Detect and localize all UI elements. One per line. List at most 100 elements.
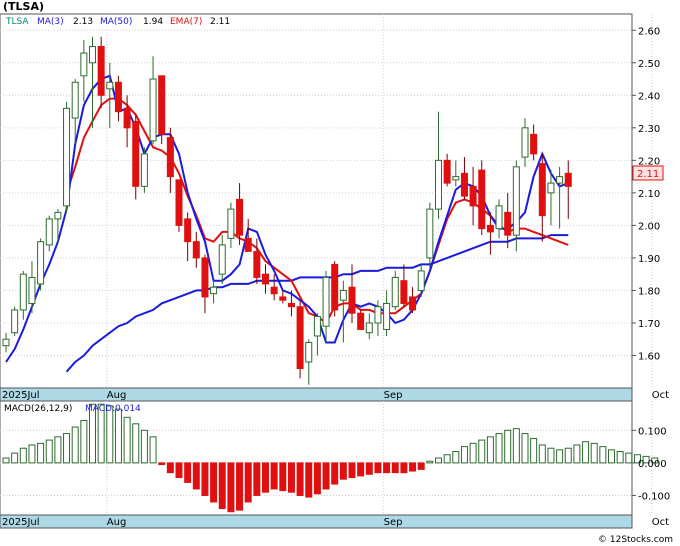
macd-xtick-label: Sep xyxy=(384,517,403,528)
macd-bar-positive xyxy=(45,439,53,464)
candle-up xyxy=(435,159,442,210)
candle-up xyxy=(339,289,347,301)
candle-down xyxy=(279,296,287,301)
macd-bar-positive xyxy=(11,452,19,464)
candle-up xyxy=(71,81,79,119)
macd-xtick-label: 2025Jul xyxy=(2,517,40,528)
candle-down xyxy=(270,286,278,295)
macd-legend-value: MACD:0.014 xyxy=(85,404,141,414)
candle-down xyxy=(460,172,468,197)
candle-up xyxy=(374,306,382,324)
macd-bar-positive xyxy=(140,429,148,464)
macd-bar-negative xyxy=(253,462,261,496)
macd-bar-negative xyxy=(409,462,417,472)
macd-xtick-label: Oct xyxy=(652,517,669,528)
macd-ytick-label: 0.000 xyxy=(638,459,667,470)
price-ytick-label: 1.90 xyxy=(638,254,660,265)
candle-up xyxy=(512,166,520,236)
legend-ma50-label: MA(50) xyxy=(100,17,132,27)
candle-down xyxy=(538,163,546,217)
macd-bar-positive xyxy=(63,433,71,464)
candle-up xyxy=(89,46,96,64)
price-ytick-label: 1.70 xyxy=(638,319,660,330)
macd-bar-negative xyxy=(357,462,365,477)
candle-down xyxy=(166,137,174,178)
macd-bar-positive xyxy=(564,447,572,464)
candle-down xyxy=(348,286,356,314)
candle-up xyxy=(417,270,425,291)
macd-bar-positive xyxy=(478,439,486,464)
macd-bar-positive xyxy=(556,449,564,464)
candle-up xyxy=(45,218,53,246)
macd-bar-negative xyxy=(201,462,209,496)
macd-bar-positive xyxy=(106,405,114,464)
macd-bar-positive xyxy=(469,442,477,464)
candle-up xyxy=(391,276,399,308)
macd-bar-positive xyxy=(37,442,45,464)
candle-up xyxy=(63,107,71,207)
macd-bar-positive xyxy=(123,416,131,464)
macd-bar-positive xyxy=(625,452,633,464)
macd-bar-negative xyxy=(270,462,278,490)
macd-bar-positive xyxy=(616,450,624,464)
candle-up xyxy=(210,286,218,295)
candle-up xyxy=(19,273,27,311)
macd-bar-positive xyxy=(452,450,460,464)
candle-down xyxy=(244,237,252,252)
legend-ema7-label: EMA(7) xyxy=(170,17,202,27)
macd-bar-negative xyxy=(339,462,347,480)
macd-bar-negative xyxy=(417,462,425,470)
macd-bar-positive xyxy=(538,444,546,464)
macd-bar-negative xyxy=(166,462,174,474)
macd-bar-positive xyxy=(149,436,157,464)
macd-bar-negative xyxy=(305,462,313,498)
price-ytick-label: 1.60 xyxy=(638,351,660,362)
candle-up xyxy=(218,244,226,275)
macd-bar-positive xyxy=(460,446,468,464)
price-xtick-label: 2025Jul xyxy=(2,390,40,401)
macd-bar-negative xyxy=(236,462,244,511)
last-price-value: 2.11 xyxy=(637,169,659,180)
watermark: © 12Stocks.com xyxy=(598,535,673,545)
macd-bar-positive xyxy=(547,447,555,464)
macd-bar-negative xyxy=(244,462,252,503)
price-xtick-label: Oct xyxy=(652,390,669,401)
macd-bar-negative xyxy=(210,462,218,503)
candle-down xyxy=(469,185,477,207)
candle-down xyxy=(287,302,295,308)
last-price-tag: 2.11 xyxy=(632,165,664,181)
candle-down xyxy=(357,312,365,330)
macd-ytick-label: 0.100 xyxy=(638,426,667,437)
candle-down xyxy=(253,250,261,278)
legend-ticker: TLSA xyxy=(5,17,29,27)
macd-ytick-label: -0.100 xyxy=(638,491,670,502)
macd-bar-positive xyxy=(435,457,442,464)
macd-bar-negative xyxy=(400,462,408,474)
candle-down xyxy=(478,169,486,230)
macd-bar-negative xyxy=(287,462,295,493)
macd-bar-positive xyxy=(573,444,581,464)
macd-title: MACD(26,12,9) xyxy=(4,404,72,414)
candle-down xyxy=(132,120,140,187)
candle-up xyxy=(305,341,313,363)
candle-up xyxy=(426,208,434,259)
macd-bar-positive xyxy=(132,423,140,464)
candle-up xyxy=(80,52,88,77)
candle-up xyxy=(365,322,373,334)
macd-bar-positive xyxy=(28,444,36,464)
macd-bar-positive xyxy=(521,433,529,464)
chart-title: (TLSA) xyxy=(3,0,44,13)
candle-up xyxy=(495,205,503,230)
macd-bar-negative xyxy=(158,462,166,466)
candle-down xyxy=(97,46,105,96)
macd-bar-negative xyxy=(262,462,269,493)
price-legend: TLSA MA(3) 2.13 MA(50) 1.94 EMA(7) 2.11 xyxy=(5,17,230,27)
candle-down xyxy=(331,263,339,311)
candle-down xyxy=(400,280,408,304)
price-ytick-label: 2.40 xyxy=(638,91,660,102)
price-ytick-label: 2.00 xyxy=(638,221,660,232)
macd-bar-negative xyxy=(348,462,356,479)
macd-bar-positive xyxy=(495,433,503,464)
macd-bar-negative xyxy=(313,462,321,495)
macd-bar-positive xyxy=(504,429,512,464)
